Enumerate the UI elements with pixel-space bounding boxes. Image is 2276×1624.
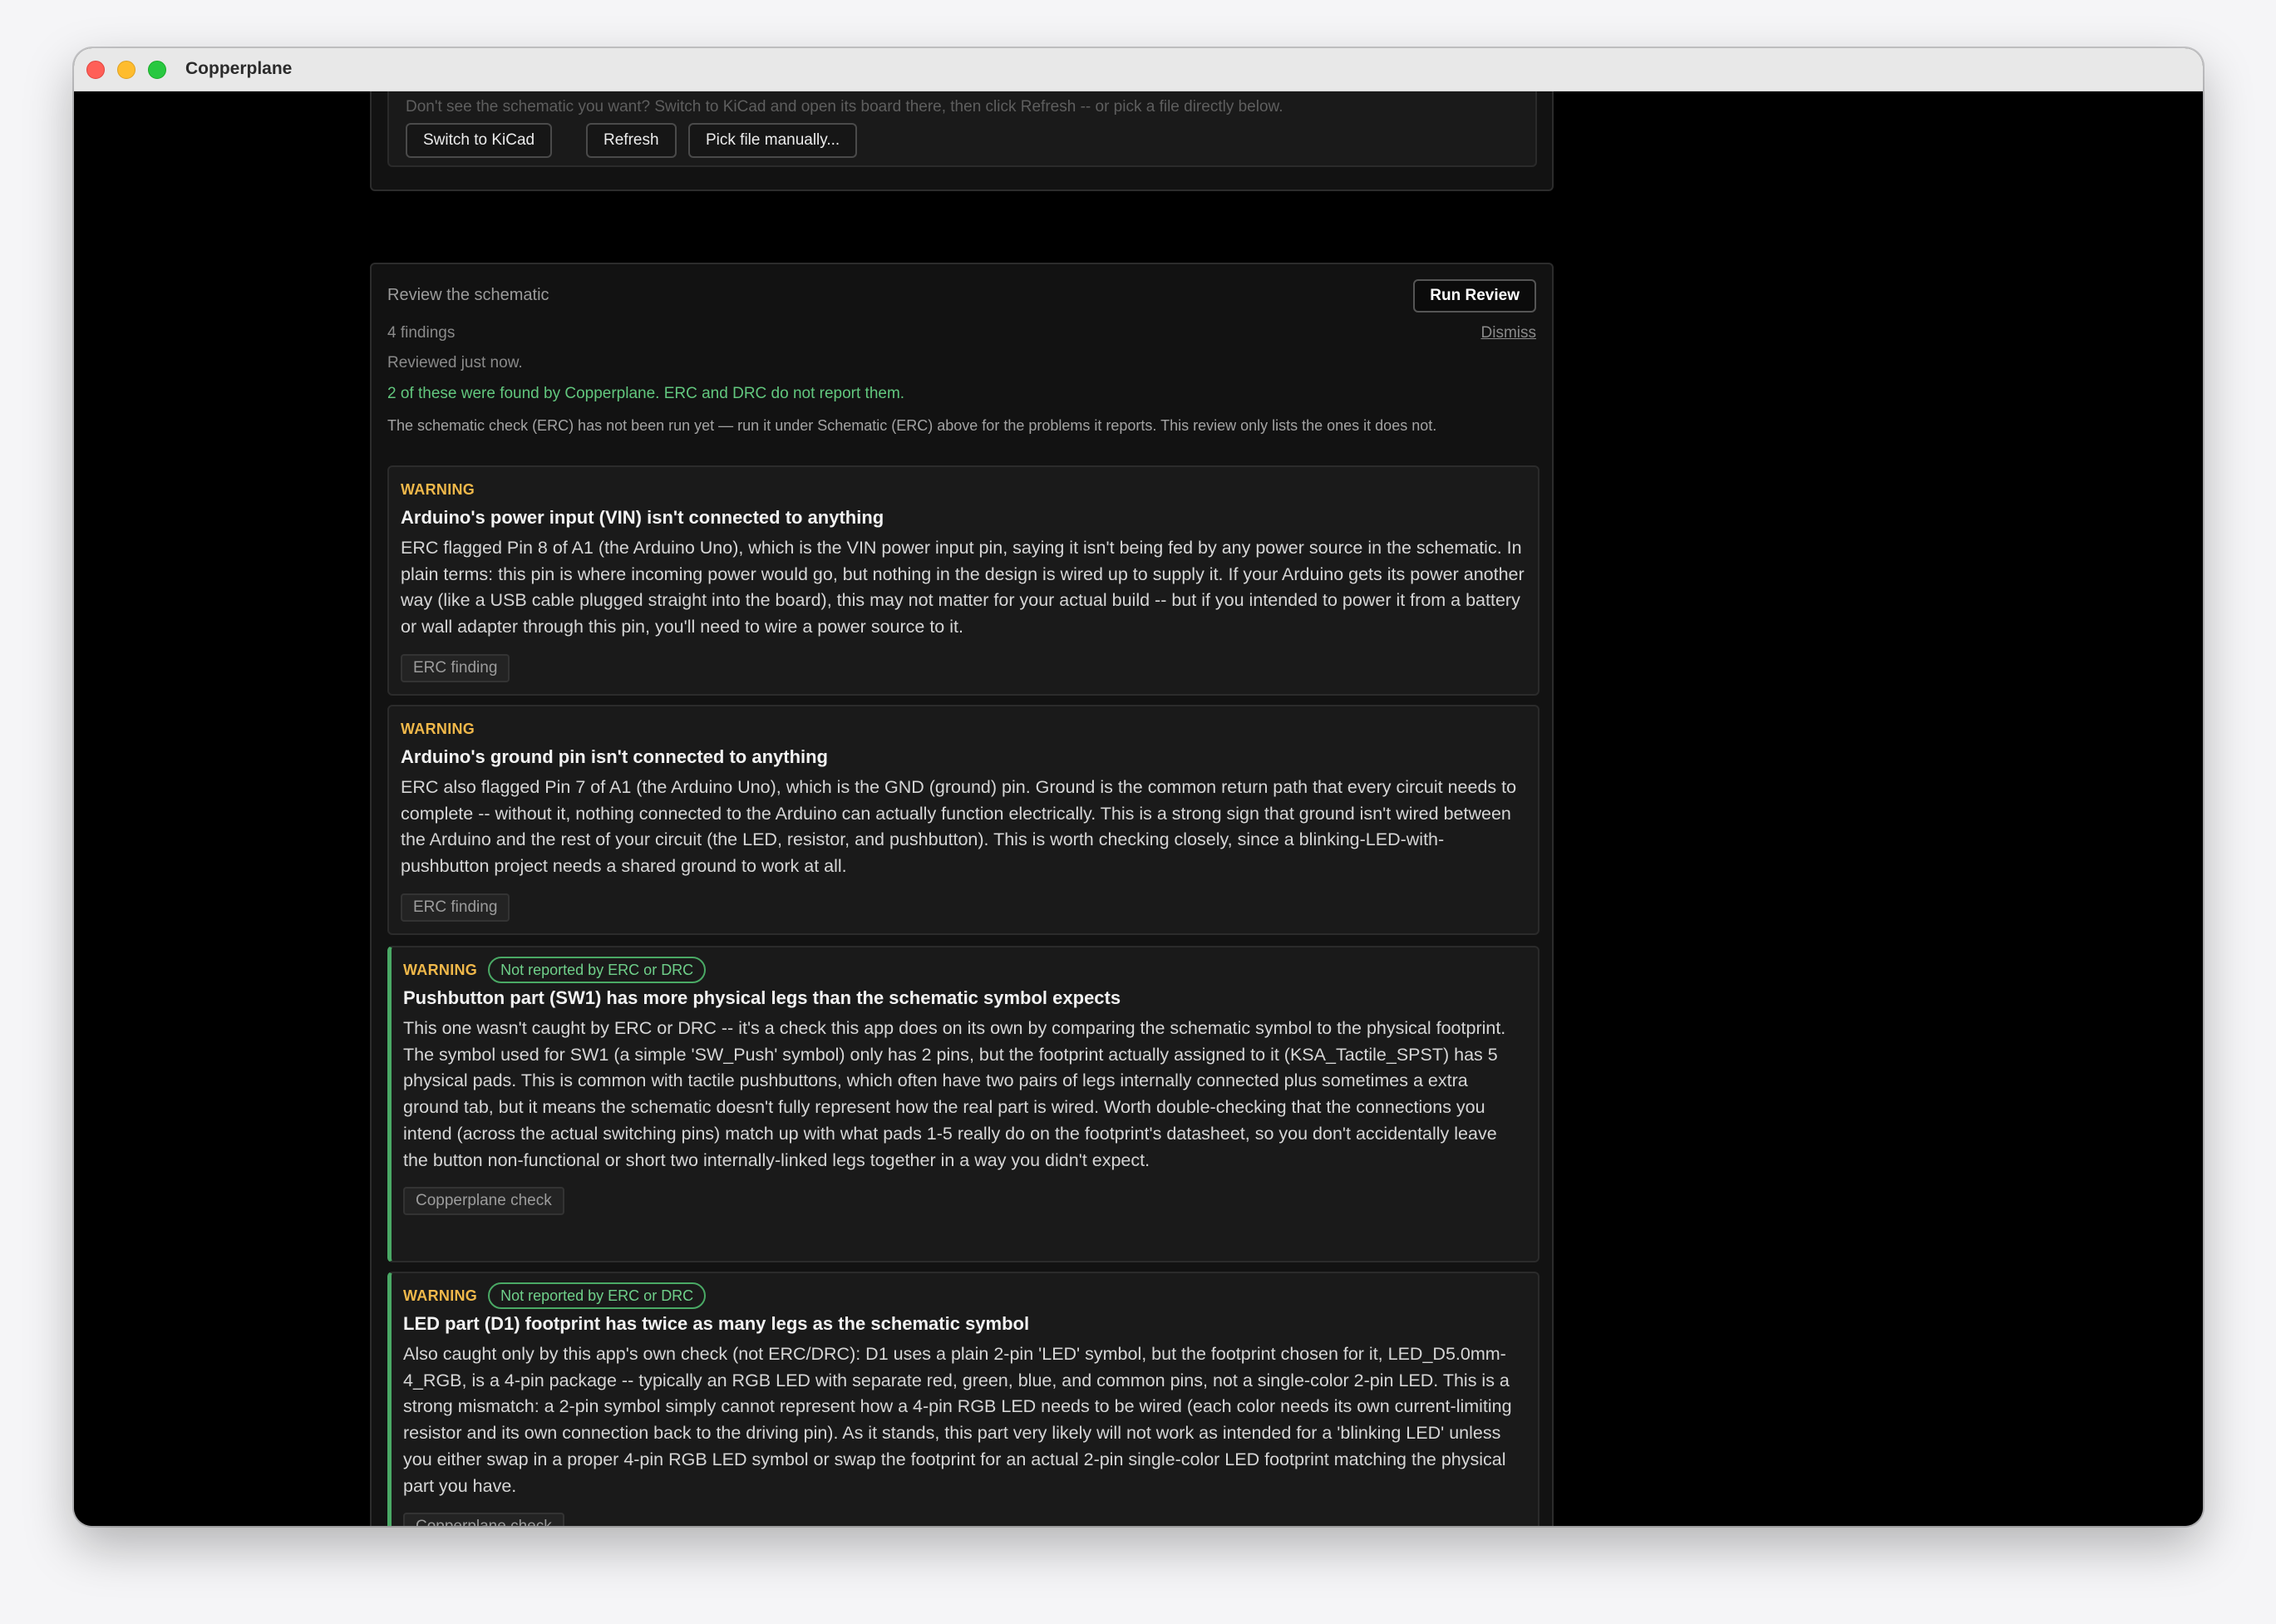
finding-title: Arduino's ground pin isn't connected to …: [401, 746, 828, 767]
review-panel: Review the schematic Run Review 4 findin…: [370, 263, 1554, 1526]
title-bar: Copperplane: [74, 48, 2203, 91]
severity-label: WARNING: [403, 961, 478, 978]
severity-label: WARNING: [401, 720, 475, 737]
refresh-button[interactable]: Refresh: [586, 123, 677, 158]
source-hint-text: Don't see the schematic you want? Switch…: [406, 98, 1283, 116]
severity-label: WARNING: [401, 480, 475, 498]
finding-card: WARNING Not reported by ERC or DRC Pushb…: [387, 946, 1540, 1262]
finding-source-tag: Copperplane check: [403, 1187, 564, 1216]
switch-to-kicad-button[interactable]: Switch to KiCad: [406, 123, 553, 158]
erc-note: The schematic check (ERC) has not been r…: [387, 417, 1437, 434]
pick-file-button[interactable]: Pick file manually...: [688, 123, 858, 158]
finding-source-tag: ERC finding: [401, 653, 510, 682]
app-window: Copperplane Don't see the schematic you …: [74, 48, 2203, 1526]
finding-body: ERC flagged Pin 8 of A1 (the Arduino Uno…: [401, 538, 1525, 637]
finding-body: This one wasn't caught by ERC or DRC -- …: [403, 1018, 1506, 1170]
finding-body: ERC also flagged Pin 7 of A1 (the Arduin…: [401, 777, 1517, 877]
finding-card: WARNING Arduino's power input (VIN) isn'…: [387, 465, 1540, 696]
finding-title: Arduino's power input (VIN) isn't connec…: [401, 507, 884, 528]
finding-title: Pushbutton part (SW1) has more physical …: [403, 987, 1121, 1008]
not-reported-badge: Not reported by ERC or DRC: [488, 1282, 707, 1309]
source-hint-box: Don't see the schematic you want? Switch…: [387, 91, 1537, 167]
run-review-button[interactable]: Run Review: [1413, 279, 1536, 312]
reviewed-status: Reviewed just now.: [387, 354, 523, 372]
review-title: Review the schematic: [387, 286, 549, 304]
source-panel: Don't see the schematic you want? Switch…: [370, 91, 1554, 191]
main-content[interactable]: Don't see the schematic you want? Switch…: [74, 91, 2203, 1526]
close-window-button[interactable]: [86, 61, 105, 79]
window-title: Copperplane: [185, 59, 293, 78]
finding-card: WARNING Arduino's ground pin isn't conne…: [387, 705, 1540, 935]
copperplane-note: 2 of these were found by Copperplane. ER…: [387, 385, 905, 402]
not-reported-badge: Not reported by ERC or DRC: [488, 957, 707, 983]
finding-source-tag: Copperplane check: [403, 1513, 564, 1526]
severity-label: WARNING: [403, 1287, 478, 1304]
finding-body: Also caught only by this app's own check…: [403, 1344, 1512, 1496]
finding-card: WARNING Not reported by ERC or DRC LED p…: [387, 1272, 1540, 1526]
zoom-window-button[interactable]: [148, 61, 166, 79]
minimize-window-button[interactable]: [117, 61, 135, 79]
findings-count: 4 findings: [387, 324, 456, 342]
dismiss-link[interactable]: Dismiss: [1481, 324, 1537, 342]
finding-source-tag: ERC finding: [401, 893, 510, 922]
finding-title: LED part (D1) footprint has twice as man…: [403, 1313, 1030, 1334]
